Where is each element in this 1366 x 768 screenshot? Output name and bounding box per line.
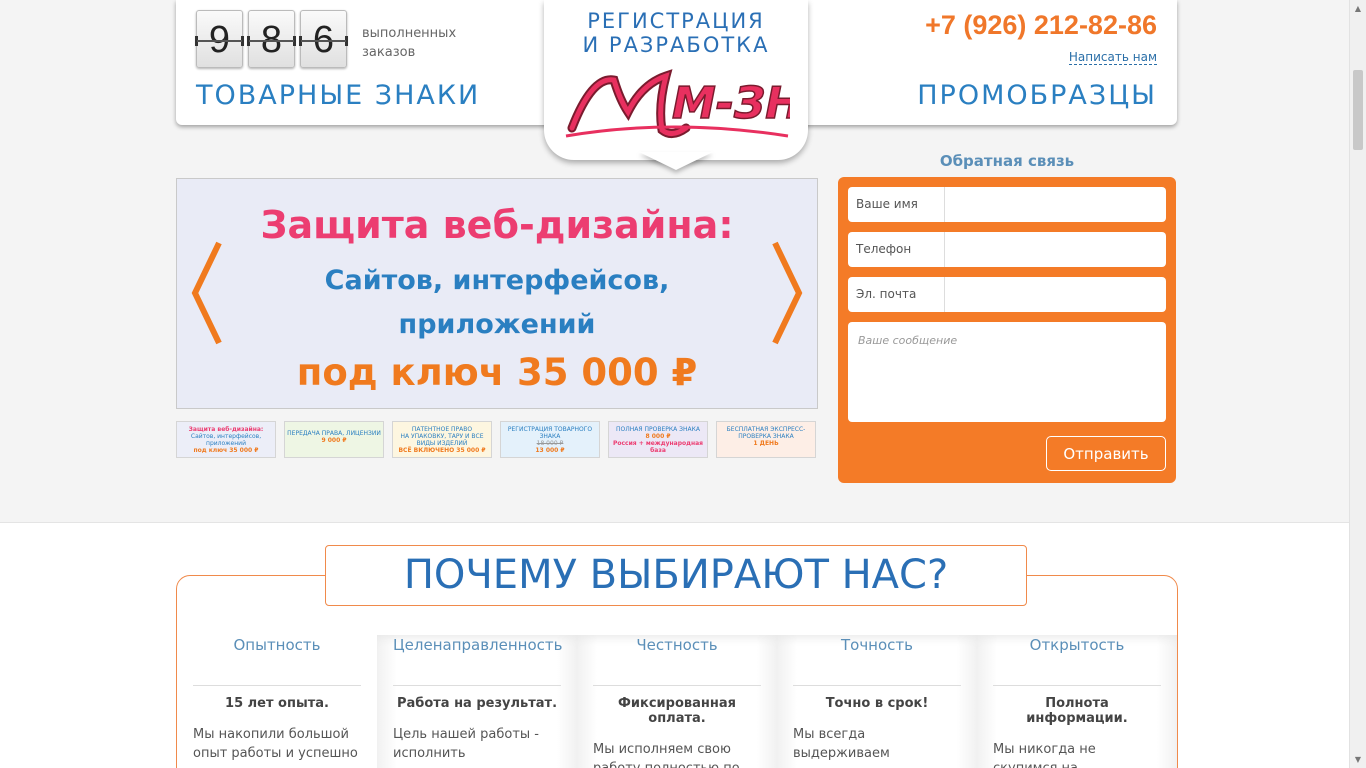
slider-thumb[interactable]: РЕГИСТРАЦИЯ ТОВАРНОГО ЗНАКА 18 000 ₽13 00… bbox=[500, 421, 600, 458]
write-us-link[interactable]: Написать нам bbox=[1068, 50, 1157, 65]
message-textarea[interactable] bbox=[848, 322, 1166, 422]
slider-prev-arrow-icon[interactable] bbox=[189, 239, 223, 347]
logo-badge[interactable]: РЕГИСТРАЦИЯ И РАЗРАБОТКА М-ЗНАК bbox=[544, 0, 808, 170]
slide-subtitle-1: Сайтов, интерфейсов, bbox=[324, 265, 670, 296]
why-us-title: ПОЧЕМУ ВЫБИРАЮТ НАС? bbox=[325, 545, 1027, 606]
why-us-columns: Опытность 15 лет опыта. Мы накопили боль… bbox=[177, 635, 1177, 768]
counter-label: выполненных заказов bbox=[362, 26, 457, 60]
slider-thumb[interactable]: ПАТЕНТНОЕ ПРАВО НА УПАКОВКУ, ТАРУ И ВСЕ В… bbox=[392, 421, 492, 458]
why-column-subtitle: Точно в срок! bbox=[825, 696, 929, 711]
logo-line-2: И РАЗРАБОТКА bbox=[582, 33, 770, 57]
why-column-subtitle: Полнота информации. bbox=[1026, 696, 1128, 726]
slider-thumb[interactable]: БЕСПЛАТНАЯ ЭКСПРЕСС-ПРОВЕРКА ЗНАКА 1 ДЕНЬ bbox=[716, 421, 816, 458]
promo-slider[interactable]: Защита веб-дизайна: Сайтов, интерфейсов,… bbox=[176, 178, 818, 409]
slider-thumb[interactable]: ПОЛНАЯ ПРОВЕРКА ЗНАКА 8 000 ₽ Россия + меж… bbox=[608, 421, 708, 458]
slider-thumb[interactable]: Защита веб-дизайна: Сайтов, интерфейсов, … bbox=[176, 421, 276, 458]
orders-counter: 9 8 6 bbox=[195, 10, 348, 68]
why-column: Опытность 15 лет опыта. Мы накопили боль… bbox=[177, 635, 377, 768]
why-column-text: Мы исполняем свою работу полностью по bbox=[593, 742, 740, 768]
why-column: Честность Фиксированная оплата. Мы испол… bbox=[577, 635, 777, 768]
slider-thumbnails: Защита веб-дизайна: Сайтов, интерфейсов, … bbox=[176, 421, 816, 458]
logo-mark-icon: М-ЗНАК bbox=[565, 69, 790, 138]
phone-number[interactable]: +7 (926) 212-82-86 bbox=[925, 10, 1157, 41]
email-input[interactable] bbox=[945, 277, 1166, 312]
page-scrollbar[interactable]: ▲ ▼ bbox=[1349, 0, 1366, 768]
counter-digit: 8 bbox=[247, 10, 296, 68]
why-column-subtitle: 15 лет опыта. bbox=[225, 696, 329, 711]
email-field-row: Эл. почта bbox=[848, 277, 1166, 312]
why-column-text: Мы никогда не скупимся на информацию и bbox=[993, 742, 1096, 768]
counter-digit: 9 bbox=[195, 10, 244, 68]
name-label: Ваше имя bbox=[848, 187, 945, 222]
logo-pointer bbox=[639, 152, 713, 170]
why-column-text: Мы всегда выдерживаем bbox=[793, 727, 890, 761]
email-label: Эл. почта bbox=[848, 277, 945, 312]
slider-next-arrow-icon[interactable] bbox=[771, 239, 805, 347]
slide-title: Защита веб-дизайна: bbox=[260, 203, 734, 247]
why-column-heading: Открытость bbox=[1029, 636, 1125, 654]
scroll-thumb[interactable] bbox=[1353, 70, 1363, 150]
logo-line-1: РЕГИСТРАЦИЯ bbox=[587, 9, 765, 33]
scroll-up-icon[interactable]: ▲ bbox=[1350, 0, 1366, 17]
counter-digit: 6 bbox=[299, 10, 348, 68]
slider-thumb[interactable]: ПЕРЕДАЧА ПРАВА, ЛИЦЕНЗИИ 9 000 ₽ bbox=[284, 421, 384, 458]
feedback-title: Обратная связь bbox=[939, 152, 1075, 170]
phone-field-row: Телефон bbox=[848, 232, 1166, 267]
slide-price: под ключ 35 000 ₽ bbox=[296, 351, 698, 394]
scroll-down-icon[interactable]: ▼ bbox=[1350, 751, 1366, 768]
phone-input[interactable] bbox=[945, 232, 1166, 267]
feedback-form: Ваше имя Телефон Эл. почта Отправить bbox=[838, 177, 1176, 483]
why-column-subtitle: Фиксированная оплата. bbox=[618, 696, 736, 726]
name-field-row: Ваше имя bbox=[848, 187, 1166, 222]
send-button[interactable]: Отправить bbox=[1046, 436, 1166, 471]
why-column-heading: Точность bbox=[840, 636, 913, 654]
why-column-text: Цель нашей работы - исполнить поставленн… bbox=[393, 727, 539, 768]
nav-promo-link[interactable]: ПРОМОБРАЗЦЫ bbox=[917, 80, 1157, 111]
why-column: Открытость Полнота информации. Мы никогд… bbox=[977, 635, 1177, 768]
phone-label: Телефон bbox=[848, 232, 945, 267]
logo-mark-text: М-ЗНАК bbox=[672, 78, 790, 129]
why-column-heading: Опытность bbox=[233, 636, 321, 654]
why-column-subtitle: Работа на результат. bbox=[396, 696, 558, 711]
why-column: Точность Точно в срок! Мы всегда выдержи… bbox=[777, 635, 977, 768]
nav-trademarks-link[interactable]: ТОВАРНЫЕ ЗНАКИ bbox=[196, 80, 480, 111]
name-input[interactable] bbox=[945, 187, 1166, 222]
why-column-text: Мы накопили большой опыт работы и успешн… bbox=[193, 727, 358, 761]
slide-subtitle-2: приложений bbox=[398, 309, 596, 340]
why-us-section: ПОЧЕМУ ВЫБИРАЮТ НАС? Опытность 15 лет оп… bbox=[0, 522, 1349, 768]
why-column: Целенаправленность Работа на результат. … bbox=[377, 635, 577, 768]
why-column-heading: Целенаправленность bbox=[393, 636, 563, 654]
why-column-heading: Честность bbox=[636, 636, 718, 654]
